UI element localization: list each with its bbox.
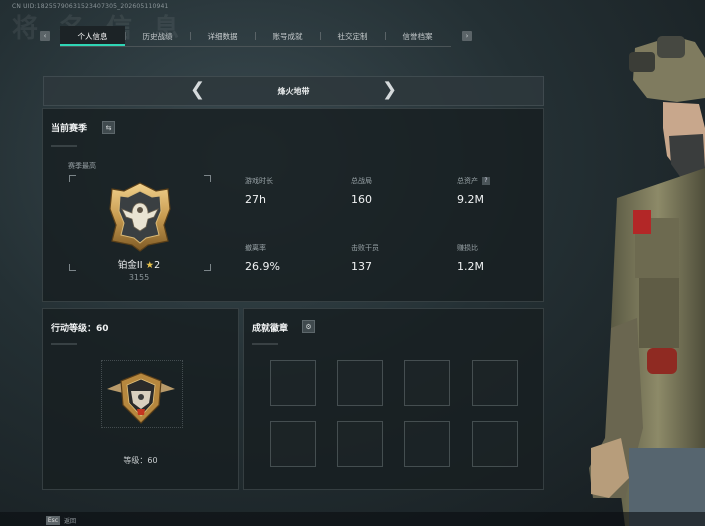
rank-badge-eagle-icon <box>109 182 171 252</box>
stat-value: 160 <box>351 193 372 206</box>
badge-slot[interactable] <box>472 421 518 467</box>
stat-value: 9.2M <box>457 193 484 206</box>
stat-label: 撤离率 <box>245 244 266 252</box>
stat-value: 27h <box>245 193 266 206</box>
rank-name: 铂金II ★2 <box>83 257 195 271</box>
chevron-right-icon[interactable]: › <box>462 31 472 41</box>
esc-key-button[interactable]: Esc <box>46 516 60 525</box>
uid-line: CN UID:18255790631523407305_202605110941 <box>12 3 169 10</box>
stat-label: 总资产? <box>457 176 547 186</box>
action-subtitle-line <box>51 343 77 345</box>
stat-play-time: 游戏时长 27h <box>245 176 335 206</box>
swap-icon[interactable]: ⇆ <box>102 121 115 134</box>
stat-extract-rate: 撤离率 26.9% <box>245 243 335 273</box>
stat-operators-defeated: 击败干员 137 <box>351 243 441 273</box>
footer-bar <box>0 512 705 526</box>
tab-2[interactable]: 历史战绩 <box>125 26 190 46</box>
action-level-panel: 行动等级：60 等级：60 <box>42 308 239 490</box>
stat-total-assets: 总资产? 9.2M <box>457 176 547 206</box>
stat-total-matches: 总战局 160 <box>351 176 441 206</box>
rank-score: 3155 <box>128 273 150 282</box>
rank-label: 赛季最高 <box>68 162 96 170</box>
star-icon: ★ <box>145 260 155 271</box>
season-subtitle-line <box>51 145 77 147</box>
achievement-badges-panel: 成就徽章 ⚙ <box>243 308 544 490</box>
top-tab-bar: ‹ 个人信息 历史战绩 详细数据 账号成就 社交定制 信誉档案 › <box>40 26 472 46</box>
stat-value: 26.9% <box>245 260 280 273</box>
stat-label: 击败干员 <box>351 244 379 252</box>
badge-slot[interactable] <box>337 360 383 406</box>
tab-6[interactable]: 信誉档案 <box>385 26 450 46</box>
action-level-emblem-icon <box>107 372 175 424</box>
action-level-text: 等级：60 <box>123 456 158 465</box>
stat-label: 总战局 <box>351 177 372 185</box>
badge-slot[interactable] <box>270 360 316 406</box>
stat-label-text: 总资产 <box>457 177 478 185</box>
season-title: 当前赛季 <box>51 124 88 134</box>
badge-slot[interactable] <box>404 421 450 467</box>
tab-3[interactable]: 详细数据 <box>190 26 255 46</box>
tab-4[interactable]: 账号成就 <box>255 26 320 46</box>
mode-title: 烽火地带 <box>277 86 310 96</box>
badge-slot[interactable] <box>337 421 383 467</box>
mode-selector: ❮ 烽火地带 ❯ <box>43 76 544 106</box>
mode-next-arrow-icon[interactable]: ❯ <box>382 81 397 99</box>
tab-5[interactable]: 社交定制 <box>320 26 385 46</box>
stat-label: 游戏时长 <box>245 177 273 185</box>
achievement-title: 成就徽章 <box>252 324 289 334</box>
tab-1[interactable]: 个人信息 <box>60 26 125 46</box>
rank-stars-count: 2 <box>154 260 161 271</box>
gear-icon[interactable]: ⚙ <box>302 320 315 333</box>
current-season-panel: 当前赛季 ⇆ 赛季最高 铂金II ★2 3155 游戏时长 27h 总战局 16… <box>42 108 544 302</box>
mode-prev-arrow-icon[interactable]: ❮ <box>190 81 205 99</box>
action-level-title: 行动等级：60 <box>51 324 109 334</box>
back-label[interactable]: 返回 <box>64 516 76 525</box>
badge-slot[interactable] <box>270 421 316 467</box>
stat-label: 赚损比 <box>457 244 478 252</box>
tab-list: 个人信息 历史战绩 详细数据 账号成就 社交定制 信誉档案 <box>60 26 450 46</box>
achievement-subtitle-line <box>252 343 278 345</box>
badge-slot[interactable] <box>404 360 450 406</box>
badge-slot[interactable] <box>472 360 518 406</box>
tab-underline-divider <box>60 46 451 47</box>
stat-value: 137 <box>351 260 372 273</box>
chevron-left-icon[interactable]: ‹ <box>40 31 50 41</box>
stat-profit-loss-ratio: 赚损比 1.2M <box>457 243 547 273</box>
help-icon[interactable]: ? <box>482 177 490 185</box>
operator-character-image <box>589 36 705 526</box>
stat-value: 1.2M <box>457 260 484 273</box>
rank-tier-text: 铂金II <box>117 260 143 271</box>
